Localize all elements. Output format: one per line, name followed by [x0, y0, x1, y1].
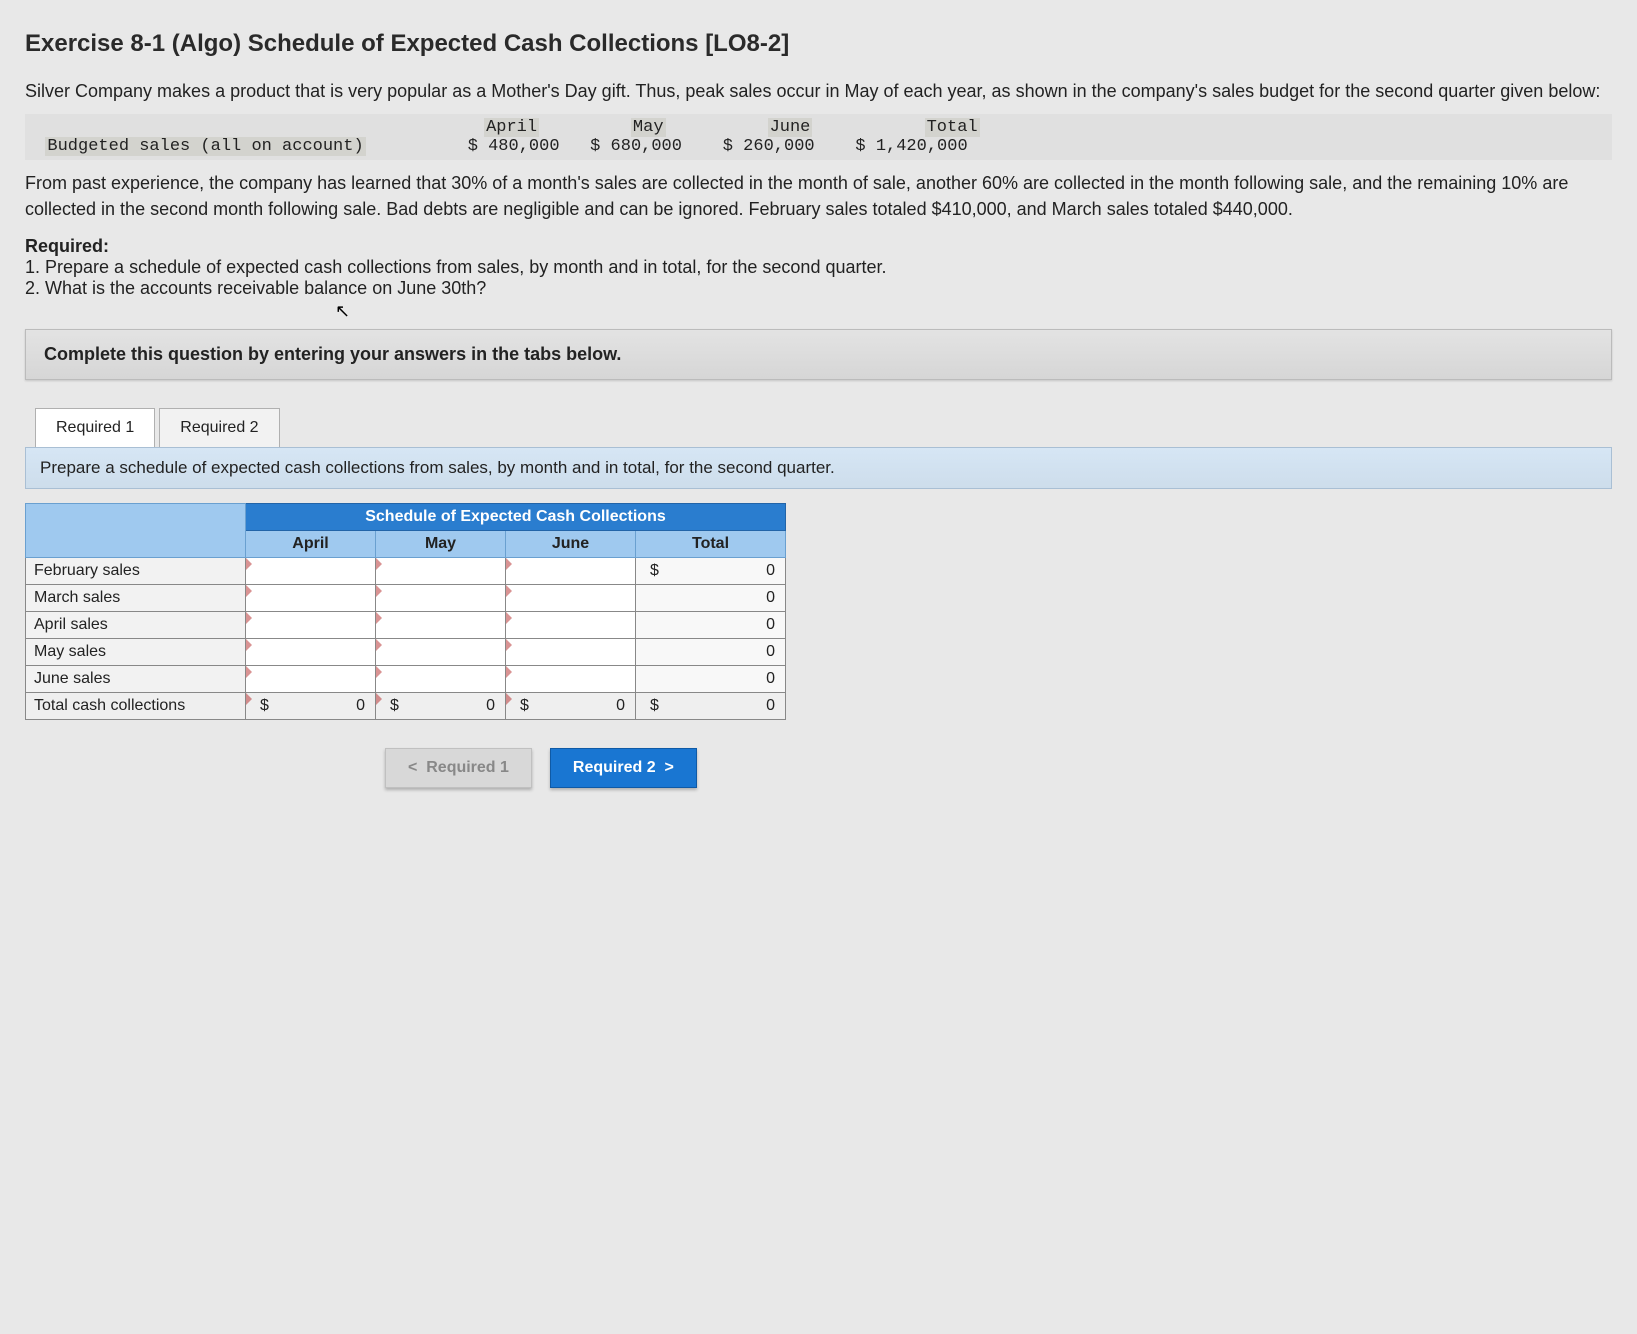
- schedule-title: Schedule of Expected Cash Collections: [246, 504, 786, 531]
- col-may: May: [376, 531, 506, 558]
- total-may: 0: [636, 639, 786, 666]
- total-feb: $0: [636, 558, 786, 585]
- input-apr-may[interactable]: [376, 612, 506, 639]
- table-row: February sales $0: [26, 558, 786, 585]
- input-apr-june[interactable]: [506, 612, 636, 639]
- input-may-june[interactable]: [506, 639, 636, 666]
- required-item-1: 1. Prepare a schedule of expected cash c…: [25, 257, 1612, 278]
- prev-required-button[interactable]: < Required 1: [385, 748, 532, 788]
- col-total: Total: [636, 531, 786, 558]
- chevron-left-icon: <: [408, 759, 426, 776]
- total-row: Total cash collections $0 $0 $0 $0: [26, 693, 786, 720]
- tab-description: Prepare a schedule of expected cash coll…: [25, 447, 1612, 489]
- cursor-icon: ↖: [335, 301, 350, 322]
- row-label-jun: June sales: [26, 666, 246, 693]
- row-label-mar: March sales: [26, 585, 246, 612]
- total-mar: 0: [636, 585, 786, 612]
- input-mar-april[interactable]: [246, 585, 376, 612]
- total-apr: 0: [636, 612, 786, 639]
- coltotal-april: $0: [246, 693, 376, 720]
- input-apr-april[interactable]: [246, 612, 376, 639]
- total-jun: 0: [636, 666, 786, 693]
- schedule-table: Schedule of Expected Cash Collections Ap…: [25, 503, 786, 720]
- total-row-label: Total cash collections: [26, 693, 246, 720]
- input-jun-june[interactable]: [506, 666, 636, 693]
- input-may-may[interactable]: [376, 639, 506, 666]
- table-row: April sales 0: [26, 612, 786, 639]
- row-label-may: May sales: [26, 639, 246, 666]
- exercise-title: Exercise 8-1 (Algo) Schedule of Expected…: [25, 30, 1612, 58]
- tab-required-2[interactable]: Required 2: [159, 408, 279, 447]
- col-june: June: [506, 531, 636, 558]
- row-label-apr: April sales: [26, 612, 246, 639]
- coltotal-june: $0: [506, 693, 636, 720]
- chevron-right-icon: >: [656, 759, 674, 776]
- tab-required-1[interactable]: Required 1: [35, 408, 155, 447]
- tabs: Required 1 Required 2: [35, 408, 1612, 447]
- next-required-button[interactable]: Required 2 >: [550, 748, 697, 788]
- table-row: June sales 0: [26, 666, 786, 693]
- row-label-feb: February sales: [26, 558, 246, 585]
- required-heading: Required:: [25, 236, 1612, 257]
- coltotal-may: $0: [376, 693, 506, 720]
- coltotal-total: $0: [636, 693, 786, 720]
- table-row: March sales 0: [26, 585, 786, 612]
- table-row: May sales 0: [26, 639, 786, 666]
- input-feb-may[interactable]: [376, 558, 506, 585]
- required-item-2: 2. What is the accounts receivable balan…: [25, 278, 1612, 299]
- input-jun-april[interactable]: [246, 666, 376, 693]
- instruction-bar: Complete this question by entering your …: [25, 329, 1612, 380]
- input-jun-may[interactable]: [376, 666, 506, 693]
- input-mar-may[interactable]: [376, 585, 506, 612]
- input-feb-april[interactable]: [246, 558, 376, 585]
- input-feb-june[interactable]: [506, 558, 636, 585]
- col-april: April: [246, 531, 376, 558]
- input-may-april[interactable]: [246, 639, 376, 666]
- intro-paragraph: Silver Company makes a product that is v…: [25, 78, 1612, 104]
- input-mar-june[interactable]: [506, 585, 636, 612]
- experience-paragraph: From past experience, the company has le…: [25, 170, 1612, 222]
- budget-table: April May June Total Budgeted sales (all…: [25, 114, 1612, 160]
